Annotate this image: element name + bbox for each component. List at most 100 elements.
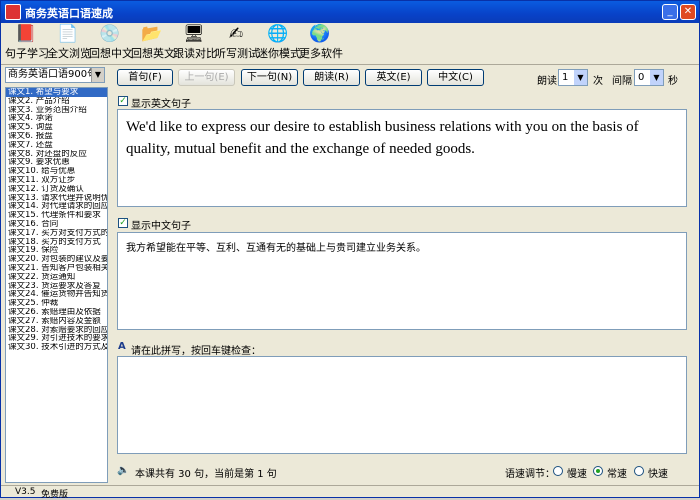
lesson-panel: 商务英语口语900句 ▼ 课文1. 希望与要求 课文2. 产品介绍 课文3. 业务范围… <box>5 67 108 485</box>
lesson-item[interactable]: 课文30. 技术引进的方式及 <box>6 343 107 352</box>
lesson-item[interactable]: 课文4. 承诺 <box>6 114 107 123</box>
chinese-sentence-box: 我方希望能在平等、互利、互通有无的基础上与贵司建立业务关系。 <box>117 232 687 330</box>
toolbar-button[interactable]: 🌍 更多软件 <box>299 24 343 64</box>
course-select-value: 商务英语口语900句 <box>8 69 98 80</box>
lesson-item[interactable]: 课文11. 双方让步 <box>6 176 107 185</box>
title-bar: 商务英语口语速成 _ ✕ <box>1 1 699 23</box>
lesson-item[interactable]: 课文18. 买方的支付方式 <box>6 238 107 247</box>
speed-fast-radio[interactable] <box>634 466 644 476</box>
minimize-button[interactable]: _ <box>662 4 678 20</box>
toolbar-button[interactable]: 💿 回想中文 <box>89 24 133 64</box>
speaker-icon: 🔈 <box>117 465 130 476</box>
show-english-label: 显示英文句子 <box>131 99 191 110</box>
speed-fast-label: 快速 <box>648 469 668 480</box>
lesson-item[interactable]: 课文8. 对还盘的反应 <box>6 150 107 159</box>
lesson-item[interactable]: 课文26. 索赔理由及依据 <box>6 308 107 317</box>
toolbar-button-label: 迷你模式 <box>257 47 301 60</box>
lesson-item[interactable]: 课文12. 订货及确认 <box>6 185 107 194</box>
speed-normal-radio[interactable] <box>593 466 603 476</box>
lesson-list[interactable]: 课文1. 希望与要求 课文2. 产品介绍 课文3. 业务范围介绍 课文4. 承诺 课文5… <box>5 87 108 483</box>
lesson-item[interactable]: 课文7. 还盘 <box>6 141 107 150</box>
globe-icon: 🌐 <box>267 24 289 44</box>
chinese-button[interactable]: 中文(C) <box>427 69 484 86</box>
lesson-item[interactable]: 课文6. 报盘 <box>6 132 107 141</box>
lesson-item[interactable]: 课文5. 询盘 <box>6 123 107 132</box>
toolbar-button[interactable]: 🌐 迷你模式 <box>257 24 301 64</box>
lesson-item[interactable]: 课文16. 合同 <box>6 220 107 229</box>
read-count-select[interactable]: 1 ▼ <box>558 69 588 86</box>
speed-normal-label: 常速 <box>607 469 627 480</box>
seconds-label: 秒 <box>668 76 678 87</box>
software-icon: 🌍 <box>309 24 331 44</box>
toolbar-button-label: 回想中文 <box>89 47 133 60</box>
course-select[interactable]: 商务英语口语900句 ▼ <box>5 67 105 83</box>
toolbar-button[interactable]: 🖥 跟读对比 <box>173 24 217 64</box>
lesson-item[interactable]: 课文25. 仲裁 <box>6 299 107 308</box>
bottom-status: V3.5 免费版 <box>1 485 699 500</box>
show-chinese-checkbox[interactable]: ✓ <box>118 218 128 228</box>
lesson-item[interactable]: 课文3. 业务范围介绍 <box>6 106 107 115</box>
monitor-icon: 🖥 <box>183 24 205 44</box>
lesson-item[interactable]: 课文17. 买方对支付方式的 <box>6 229 107 238</box>
lesson-item[interactable]: 课文23. 货运要求及答复 <box>6 282 107 291</box>
interval-select[interactable]: 0 ▼ <box>634 69 664 86</box>
lesson-item[interactable]: 课文15. 代理条件和要求 <box>6 211 107 220</box>
lesson-item[interactable]: 课文13. 请求代理并说明优 <box>6 194 107 203</box>
book-icon: 📕 <box>15 24 37 44</box>
lesson-item[interactable]: 课文19. 保险 <box>6 246 107 255</box>
toolbar: 📕 句子学习 📄 全文浏览 💿 回想中文 📂 回想英文 🖥 跟读对比 ✍ 听写测试 🌐 迷你模式 🌍 更多软件 <box>1 23 699 65</box>
chevron-down-icon[interactable]: ▼ <box>91 68 104 82</box>
lesson-item[interactable]: 课文10. 给与优惠 <box>6 167 107 176</box>
show-english-checkbox[interactable]: ✓ <box>118 96 128 106</box>
english-sentence-box: We'd like to express our desire to estab… <box>117 109 687 207</box>
next-sentence-button[interactable]: 下一句(N) <box>241 69 298 86</box>
lesson-item[interactable]: 课文2. 产品介绍 <box>6 97 107 106</box>
show-chinese-label: 显示中文句子 <box>131 221 191 232</box>
first-sentence-button[interactable]: 首句(F) <box>117 69 173 86</box>
lesson-summary: 本课共有 30 句，当前是第 1 句 <box>135 469 277 480</box>
app-icon <box>5 4 21 20</box>
close-button[interactable]: ✕ <box>680 4 696 20</box>
lesson-item[interactable]: 课文24. 催运货物并告知货 <box>6 290 107 299</box>
version-label: V3.5 <box>15 487 36 497</box>
window-title: 商务英语口语速成 <box>25 7 113 20</box>
lesson-item[interactable]: 课文20. 对包装的建议及要 <box>6 255 107 264</box>
prev-sentence-button[interactable]: 上一句(E) <box>178 69 235 86</box>
main-window: 商务英语口语速成 _ ✕ 📕 句子学习 📄 全文浏览 💿 回想中文 📂 回想英文 🖥 跟读对比 ✍ 听… <box>0 0 700 500</box>
lesson-item[interactable]: 课文22. 货运通知 <box>6 273 107 282</box>
edition-label: 免费版 <box>41 490 69 500</box>
times-label: 次 <box>593 76 603 87</box>
spelling-input[interactable] <box>117 356 687 454</box>
english-button[interactable]: 英文(E) <box>365 69 422 86</box>
font-icon: A <box>118 341 126 352</box>
status-bar: 🔈 本课共有 30 句，当前是第 1 句 语速调节： 慢速 常速 快速 <box>117 463 687 480</box>
nav-bar: 首句(F) 上一句(E) 下一句(N) 朗读(R) 英文(E) 中文(C) 朗读… <box>117 69 687 87</box>
read-count-label: 朗读 <box>537 76 557 87</box>
toolbar-button[interactable]: 📂 回想英文 <box>131 24 175 64</box>
lesson-item[interactable]: 课文27. 索赔内容及金额 <box>6 317 107 326</box>
folder-icon: 📂 <box>141 24 163 44</box>
speed-slow-label: 慢速 <box>567 469 587 480</box>
toolbar-button-label: 跟读对比 <box>173 47 217 60</box>
toolbar-button-label: 听写测试 <box>215 47 259 60</box>
lesson-item[interactable]: 课文29. 对引进技术的要求 <box>6 334 107 343</box>
toolbar-button[interactable]: ✍ 听写测试 <box>215 24 259 64</box>
interval-label: 间隔 <box>612 76 632 87</box>
toolbar-button-label: 全文浏览 <box>47 47 91 60</box>
lesson-item[interactable]: 课文28. 对索赔要求的回应 <box>6 326 107 335</box>
interval-value: 0 <box>638 72 645 83</box>
read-button[interactable]: 朗读(R) <box>303 69 360 86</box>
lesson-item[interactable]: 课文1. 希望与要求 <box>6 88 107 97</box>
toolbar-button[interactable]: 📄 全文浏览 <box>47 24 91 64</box>
lesson-item[interactable]: 课文9. 要求优惠 <box>6 158 107 167</box>
read-count-value: 1 <box>562 72 569 83</box>
lesson-item[interactable]: 课文21. 告知客户包装相关 <box>6 264 107 273</box>
chevron-down-icon[interactable]: ▼ <box>650 70 663 85</box>
speed-slow-radio[interactable] <box>553 466 563 476</box>
speed-label: 语速调节： <box>505 469 555 480</box>
toolbar-button[interactable]: 📕 句子学习 <box>5 24 49 64</box>
chevron-down-icon[interactable]: ▼ <box>574 70 587 85</box>
lesson-item[interactable]: 课文14. 对代理请求的回应 <box>6 202 107 211</box>
toolbar-button-label: 更多软件 <box>299 47 343 60</box>
toolbar-button-label: 句子学习 <box>5 47 49 60</box>
